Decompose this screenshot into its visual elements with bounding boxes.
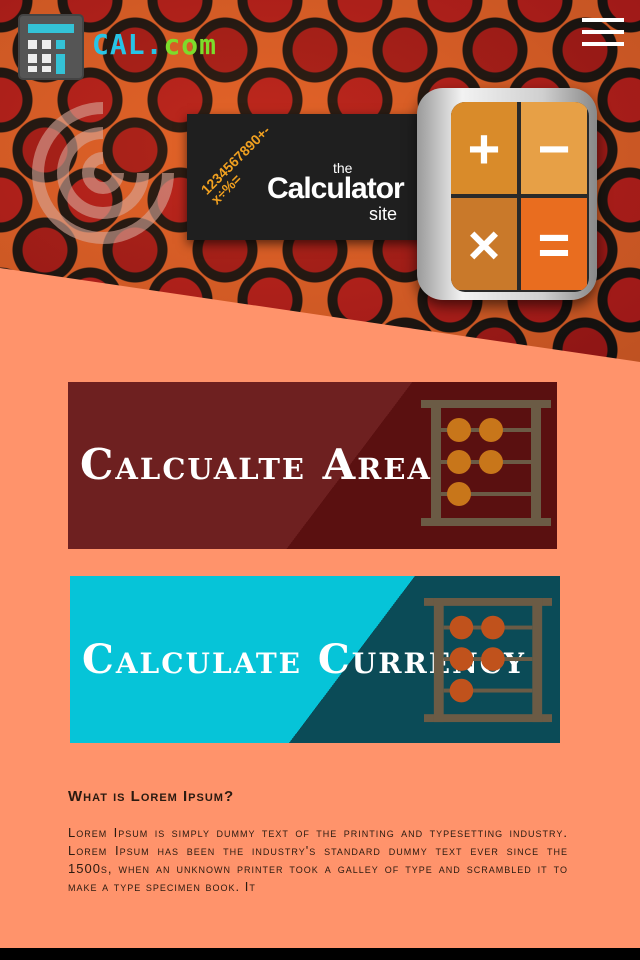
calculator-logo-icon[interactable] [20, 16, 82, 78]
footer-bar [0, 948, 640, 960]
calculator-site-banner[interactable]: 1234567890+-x÷%= the Calculator site [187, 114, 427, 240]
logo-prefix: CAL. [92, 28, 164, 61]
minus-key-icon: − [521, 102, 587, 194]
multiply-key-icon: × [451, 198, 517, 290]
equals-key-icon: = [521, 198, 587, 290]
abacus-icon [424, 598, 552, 723]
site-logo-text[interactable]: CAL.com [92, 28, 217, 61]
logo-suffix: com [163, 28, 218, 61]
calculate-area-title: Calcualte Area [80, 440, 432, 489]
calculate-area-card[interactable]: Calcualte Area [68, 382, 557, 549]
calculator-device-image: + − × = [417, 88, 597, 300]
article-heading: What is Lorem Ipsum? [68, 788, 235, 805]
abacus-icon [421, 400, 551, 526]
spiral-icon [32, 102, 174, 244]
plus-key-icon: + [451, 102, 517, 194]
banner-site: site [369, 204, 398, 224]
hamburger-menu-icon[interactable] [582, 18, 624, 48]
calculate-currency-card[interactable]: Calculate Currency [70, 576, 560, 743]
banner-title: Calculator [267, 172, 405, 205]
article-body: Lorem Ipsum is simply dummy text of the … [68, 825, 568, 894]
